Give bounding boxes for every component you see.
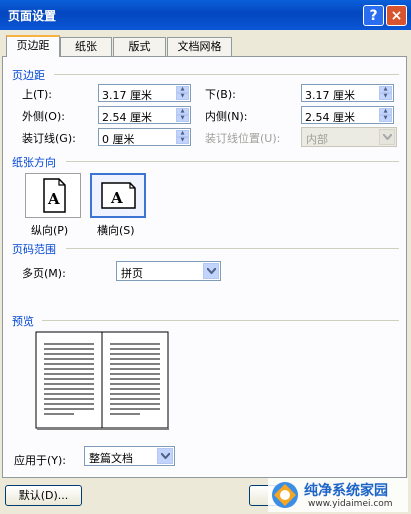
watermark-url: www.yidaimei.com	[308, 499, 393, 509]
multiple-pages-value: 拼页	[121, 267, 143, 280]
top-margin-down-icon[interactable]: ▼	[176, 93, 189, 100]
outside-margin-label: 外侧(O):	[22, 110, 65, 123]
title-bar[interactable]	[0, 0, 411, 30]
chevron-down-icon	[379, 129, 395, 145]
gutter-label: 装订线(G):	[22, 132, 76, 145]
chevron-down-icon[interactable]	[157, 448, 173, 464]
outside-margin-down-icon[interactable]: ▼	[176, 115, 189, 122]
apply-to-label: 应用于(Y):	[14, 454, 67, 467]
multiple-pages-select[interactable]: 拼页	[116, 261, 221, 281]
gutter-position-label: 装订线位置(U):	[205, 132, 281, 145]
preview-divider	[42, 320, 399, 321]
svg-text:A: A	[110, 189, 123, 207]
page-preview	[34, 330, 170, 430]
bottom-margin-up-icon[interactable]: ▲	[379, 86, 392, 93]
inside-margin-up-icon[interactable]: ▲	[379, 108, 392, 115]
watermark-logo-icon	[272, 482, 298, 508]
watermark-text: 纯净系统家园	[304, 483, 388, 499]
inside-margin-label: 内侧(N):	[205, 110, 248, 123]
gutter-position-select: 内部	[301, 127, 397, 147]
preview-section-label: 预览	[12, 315, 34, 328]
outside-margin-field[interactable]: 2.54 厘米 ▲ ▼	[98, 106, 191, 124]
bottom-margin-label: 下(B):	[205, 88, 236, 101]
gutter-field[interactable]: 0 厘米 ▲ ▼	[98, 128, 191, 146]
tab-document-grid[interactable]: 文档网格	[167, 37, 232, 56]
top-margin-value: 3.17 厘米	[102, 89, 152, 102]
gutter-up-icon[interactable]: ▲	[176, 130, 189, 137]
inside-margin-down-icon[interactable]: ▼	[379, 115, 392, 122]
top-margin-up-icon[interactable]: ▲	[176, 86, 189, 93]
portrait-button[interactable]: A	[25, 173, 81, 218]
outside-margin-value: 2.54 厘米	[102, 111, 152, 124]
landscape-label: 横向(S)	[97, 224, 135, 237]
tab-margins[interactable]: 页边距	[6, 35, 60, 57]
orientation-divider	[66, 161, 399, 162]
help-button[interactable]: ?	[363, 5, 384, 26]
close-icon: ×	[390, 8, 403, 24]
portrait-page-icon: A	[43, 178, 66, 213]
multiple-pages-label: 多页(M):	[22, 267, 66, 280]
tab-paper[interactable]: 纸张	[60, 37, 112, 56]
chevron-down-icon[interactable]	[203, 263, 219, 279]
tab-layout[interactable]: 版式	[113, 37, 166, 56]
portrait-label: 纵向(P)	[31, 224, 69, 237]
pages-divider	[66, 248, 399, 249]
gutter-down-icon[interactable]: ▼	[176, 137, 189, 144]
window-title: 页面设置	[8, 9, 57, 23]
bottom-margin-field[interactable]: 3.17 厘米 ▲ ▼	[301, 84, 394, 102]
bottom-margin-down-icon[interactable]: ▼	[379, 93, 392, 100]
pages-section-label: 页码范围	[12, 243, 56, 256]
bottom-margin-value: 3.17 厘米	[305, 89, 355, 102]
margins-section-label: 页边距	[12, 69, 45, 82]
top-margin-field[interactable]: 3.17 厘米 ▲ ▼	[98, 84, 191, 102]
margins-divider	[54, 74, 399, 75]
svg-text:A: A	[47, 190, 60, 208]
inside-margin-field[interactable]: 2.54 厘米 ▲ ▼	[301, 106, 394, 124]
close-button[interactable]: ×	[386, 5, 407, 26]
apply-to-value: 整篇文档	[89, 452, 133, 465]
gutter-value: 0 厘米	[102, 133, 135, 146]
outside-margin-up-icon[interactable]: ▲	[176, 108, 189, 115]
gutter-position-value: 内部	[306, 133, 328, 146]
inside-margin-value: 2.54 厘米	[305, 111, 355, 124]
watermark: 纯净系统家园 www.yidaimei.com	[268, 478, 408, 512]
landscape-page-icon: A	[101, 182, 136, 209]
apply-to-select[interactable]: 整篇文档	[84, 446, 175, 466]
orientation-section-label: 纸张方向	[12, 156, 56, 169]
help-icon: ?	[369, 8, 378, 24]
top-margin-label: 上(T):	[22, 88, 53, 101]
default-button[interactable]: 默认(D)...	[5, 485, 82, 506]
landscape-button[interactable]: A	[90, 173, 146, 218]
